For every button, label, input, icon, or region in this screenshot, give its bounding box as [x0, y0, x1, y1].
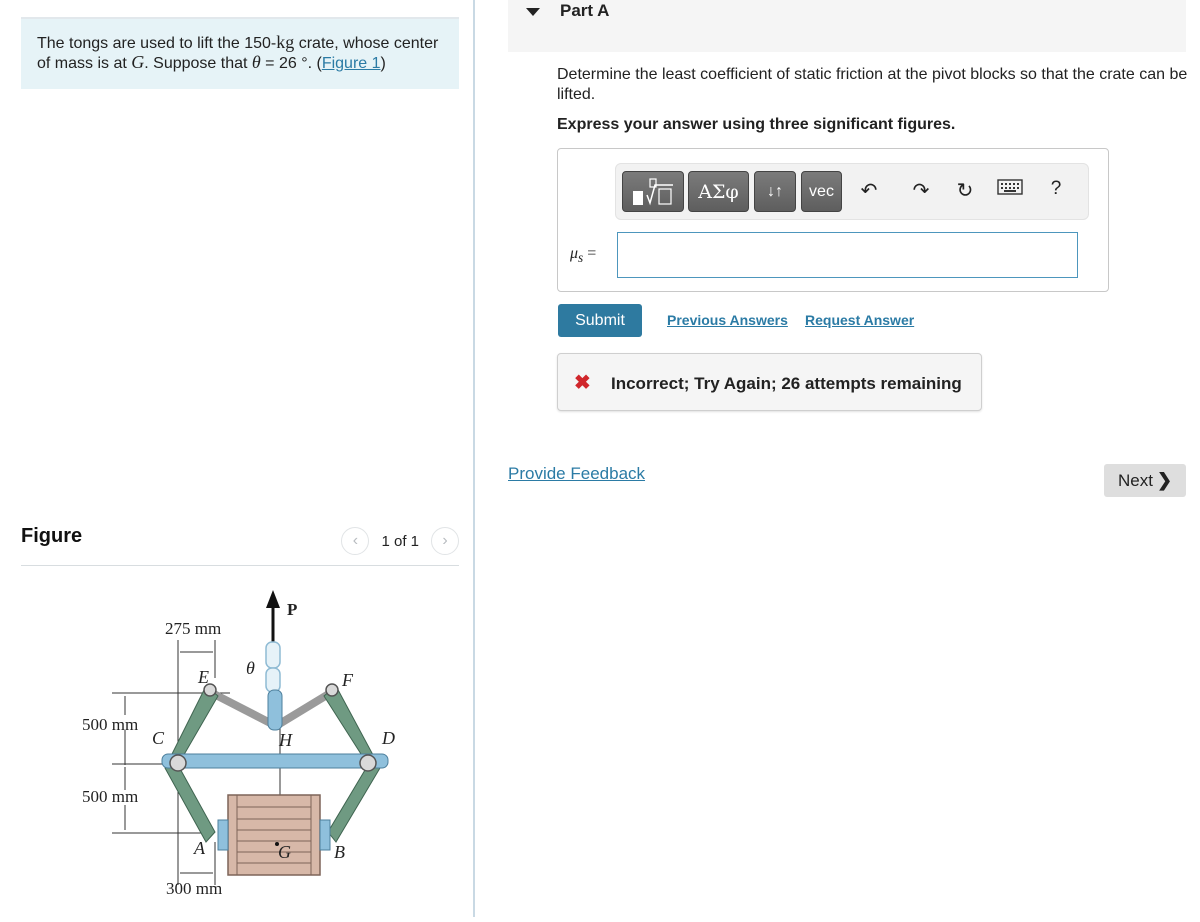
label-theta: θ — [246, 658, 255, 678]
next-button[interactable]: Next ❯ — [1104, 464, 1186, 497]
chain-link — [265, 667, 281, 693]
label-p: P — [287, 600, 297, 619]
dim-500-upper: 500 mm — [82, 715, 138, 734]
force-arrowhead — [266, 590, 280, 608]
question-text: Determine the least coefficient of stati… — [557, 66, 1188, 103]
part-a-header[interactable]: Part A — [508, 0, 1186, 52]
label-f: F — [341, 670, 354, 690]
chevron-right-icon: ❯ — [1156, 470, 1173, 490]
hook-h — [267, 689, 283, 731]
figure-image: 275 mm 500 mm 500 mm 300 mm P θ E F C D … — [70, 580, 420, 917]
label-d: D — [381, 728, 395, 748]
label-c: C — [152, 728, 165, 748]
templates-sqrt-icon[interactable] — [622, 171, 684, 212]
arrows-button[interactable]: ↓↑ — [754, 171, 796, 212]
pivot-block-a — [217, 819, 229, 851]
figure-title: Figure — [21, 525, 83, 547]
figure-pager: ‹ 1 of 1 › — [341, 527, 459, 555]
mu-symbol: μ — [570, 245, 579, 262]
next-label: Next — [1117, 470, 1153, 490]
tongs-diagram: 275 mm 500 mm 500 mm 300 mm P θ E F C D … — [82, 590, 395, 898]
theta-value: = 26 °. ( — [260, 55, 322, 72]
chain-link — [265, 641, 281, 669]
link-fh — [273, 688, 335, 730]
answer-variable-label: μs = — [570, 245, 596, 266]
keyboard-icon[interactable] — [995, 178, 1025, 201]
redo-icon[interactable]: ↷ — [906, 178, 936, 203]
problem-text: ) — [380, 55, 386, 72]
undo-icon[interactable]: ↶ — [854, 178, 884, 203]
dim-500-lower: 500 mm — [82, 787, 138, 806]
figure-link[interactable]: Figure 1 — [322, 55, 381, 72]
problem-statement: The tongs are used to lift the 150-kg cr… — [21, 17, 459, 89]
provide-feedback-link[interactable]: Provide Feedback — [508, 464, 645, 484]
dim-275: 275 mm — [165, 619, 221, 638]
instruction-text: Express your answer using three signific… — [557, 116, 956, 133]
equals-sign: = — [583, 245, 597, 262]
dim-300: 300 mm — [166, 879, 222, 898]
submit-button[interactable]: Submit — [558, 304, 642, 337]
pivot-block-b — [319, 819, 331, 851]
problem-text: The tongs are used to lift the 150- — [37, 35, 277, 52]
pin-f — [325, 683, 339, 697]
unit-kg: kg — [276, 32, 295, 52]
chevron-right-icon[interactable]: › — [431, 527, 459, 555]
link-eh — [208, 688, 278, 730]
help-button[interactable]: ? — [1041, 178, 1071, 200]
vector-button[interactable]: vec — [801, 171, 842, 212]
x-icon: ✖ — [574, 372, 591, 394]
crossbar-cd — [161, 753, 389, 769]
figure-header: Figure ‹ 1 of 1 › — [21, 520, 459, 566]
greek-letters-button[interactable]: ΑΣφ — [688, 171, 749, 212]
pager-text: 1 of 1 — [381, 532, 419, 550]
label-h: H — [278, 730, 293, 750]
label-b: B — [334, 842, 345, 862]
reset-icon[interactable]: ↻ — [950, 178, 980, 203]
collapse-caret-icon[interactable] — [526, 8, 540, 16]
part-title: Part A — [560, 1, 610, 20]
answer-box: ΑΣφ ↓↑ vec ↶ ↷ ↻ ? μs = — [557, 148, 1109, 292]
previous-answers-link[interactable]: Previous Answers — [667, 312, 788, 328]
point-g: G — [131, 52, 145, 72]
feedback-text: Incorrect; Try Again; 26 attempts remain… — [611, 374, 962, 393]
problem-text: . Suppose that — [144, 55, 252, 72]
answer-input[interactable] — [617, 232, 1078, 278]
label-a: A — [193, 838, 206, 858]
label-g: G — [278, 842, 291, 862]
math-toolbar: ΑΣφ ↓↑ vec ↶ ↷ ↻ ? — [615, 163, 1089, 220]
pin-c — [169, 754, 187, 772]
chevron-left-icon[interactable]: ‹ — [341, 527, 370, 555]
theta-symbol: θ — [251, 52, 261, 72]
label-e: E — [197, 667, 209, 687]
feedback-message: ✖ Incorrect; Try Again; 26 attempts rema… — [557, 353, 982, 411]
left-column: The tongs are used to lift the 150-kg cr… — [0, 0, 475, 917]
pin-d — [359, 754, 377, 772]
request-answer-link[interactable]: Request Answer — [805, 312, 914, 328]
